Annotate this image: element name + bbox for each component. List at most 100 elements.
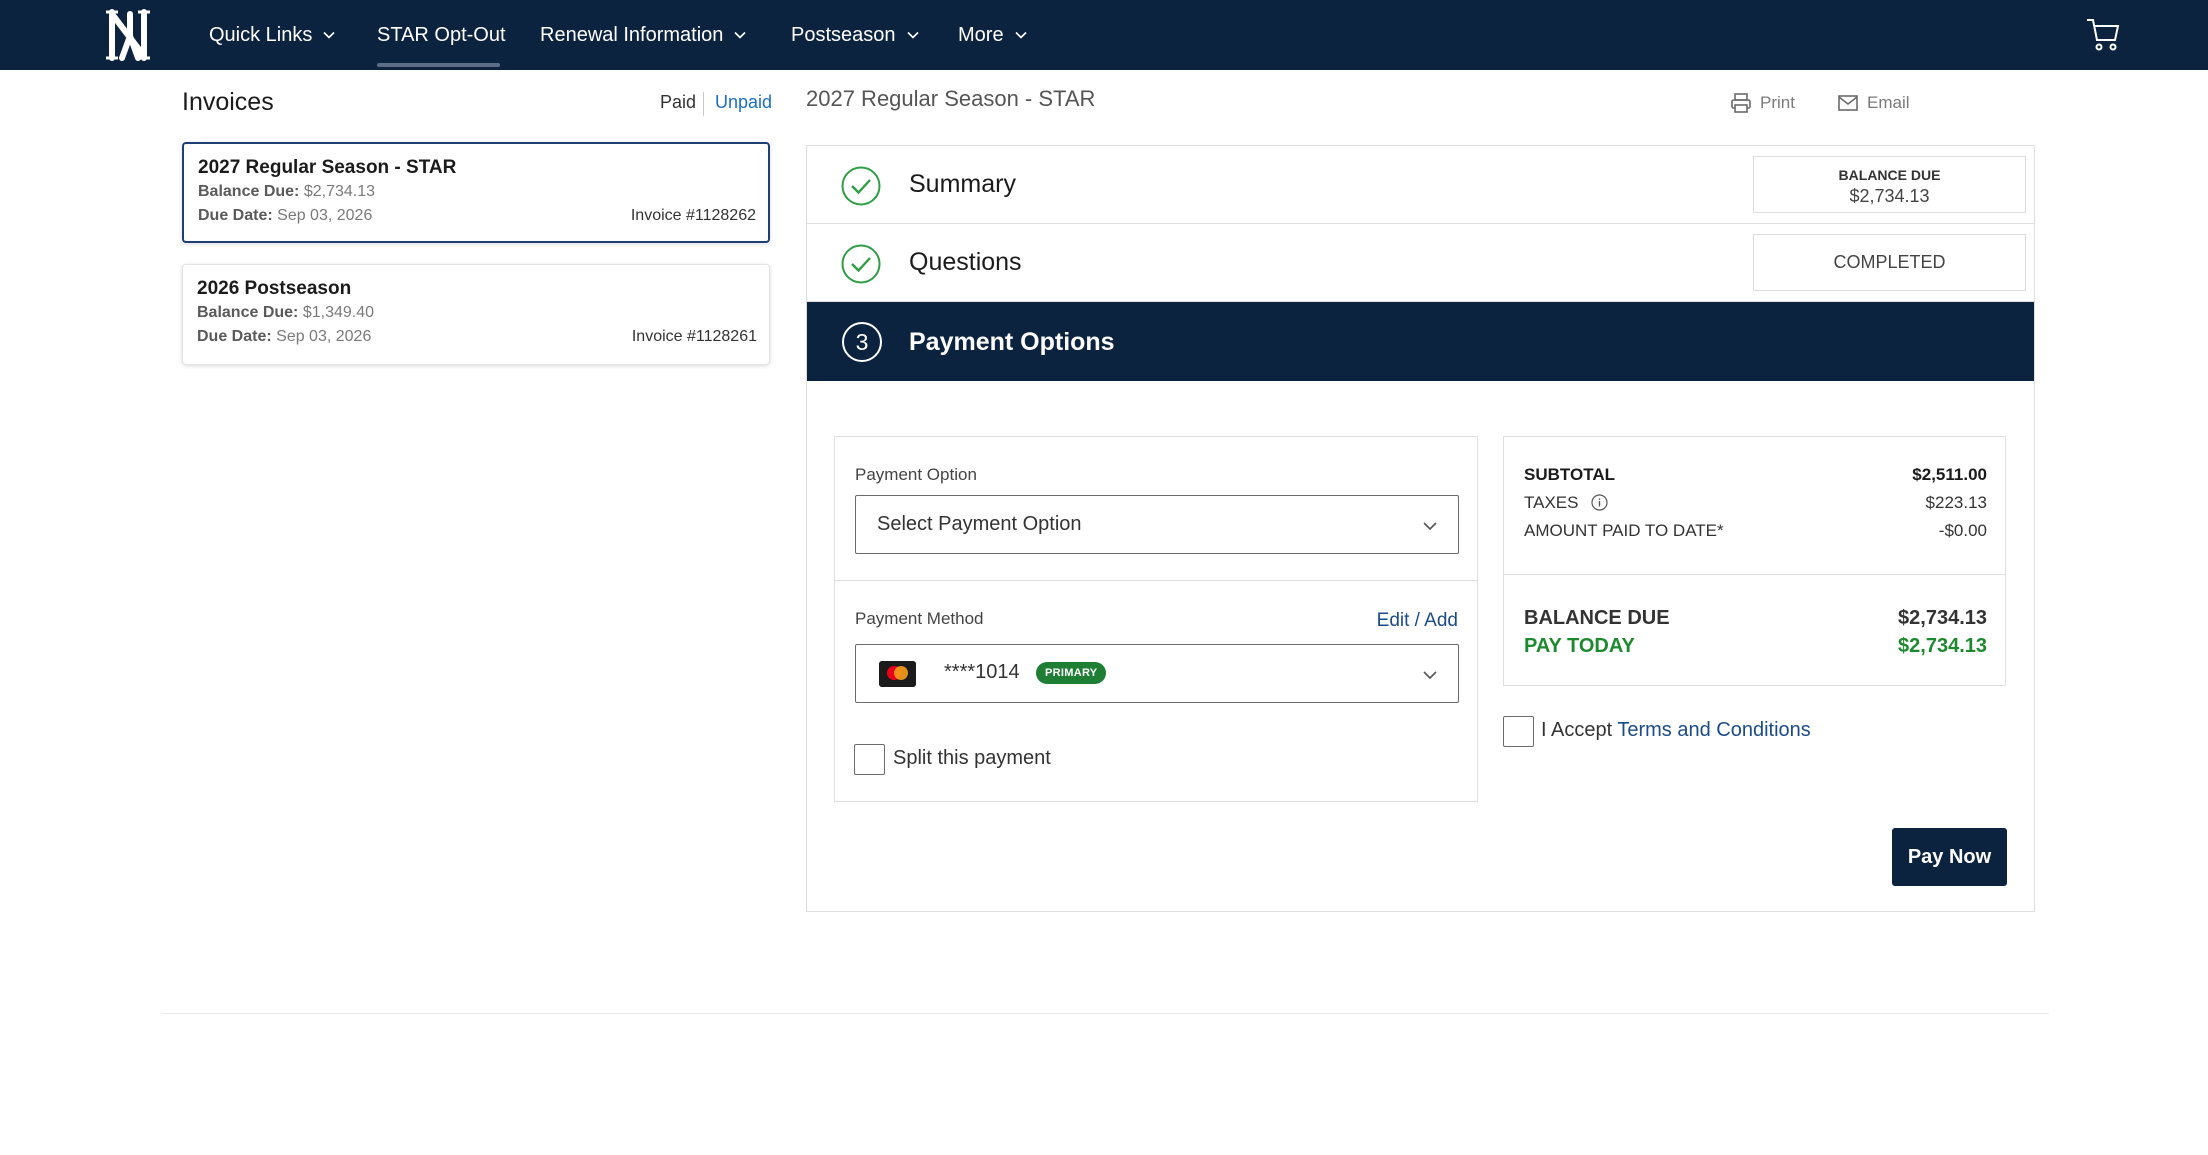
nav-postseason-label: Postseason <box>791 23 896 46</box>
payment-option-value: Select Payment Option <box>877 513 1082 535</box>
invoice-due-date: Due Date: Sep 03, 2026 <box>198 207 372 225</box>
balance-due-value: $2,734.13 <box>303 183 376 200</box>
invoice-balance: Balance Due: $1,349.40 <box>197 304 374 322</box>
taxes-row: TAXES $223.13 <box>1524 493 1987 513</box>
payment-option-select[interactable]: Select Payment Option <box>855 495 1459 554</box>
nav-star-opt-out[interactable]: STAR Opt-Out <box>377 0 506 70</box>
pay-today-value: $2,734.13 <box>1898 635 1987 657</box>
step-summary-title: Summary <box>909 170 1016 198</box>
step-questions-title: Questions <box>909 248 1022 276</box>
split-payment-label: Split this payment <box>893 747 1051 769</box>
step-number: 3 <box>842 322 882 362</box>
nav-quick-links-label: Quick Links <box>209 23 313 46</box>
completed-status-box: COMPLETED <box>1753 234 2026 291</box>
email-label: Email <box>1867 93 1910 112</box>
invoice-card[interactable]: 2026 Postseason Balance Due: $1,349.40 D… <box>182 264 770 365</box>
page-title: 2027 Regular Season - STAR <box>806 86 1096 111</box>
top-nav: Quick Links STAR Opt-Out Renewal Informa… <box>0 0 2208 70</box>
checkout-panel: Summary BALANCE DUE $2,734.13 Questions … <box>806 145 2035 912</box>
invoice-name: 2027 Regular Season - STAR <box>198 157 457 178</box>
filter-paid[interactable]: Paid <box>660 92 696 113</box>
pay-today-label: PAY TODAY <box>1524 635 1635 657</box>
mastercard-icon <box>879 661 916 687</box>
balance-due-row: BALANCE DUE $2,734.13 <box>1524 607 1987 630</box>
nav-quick-links[interactable]: Quick Links <box>209 0 336 70</box>
subtotal-value: $2,511.00 <box>1912 465 1987 484</box>
due-date-value: Sep 03, 2026 <box>277 207 373 224</box>
totals-divider <box>1504 574 2005 575</box>
subtotal-row: SUBTOTAL $2,511.00 <box>1524 465 1987 485</box>
invoice-card-selected[interactable]: 2027 Regular Season - STAR Balance Due: … <box>182 142 770 243</box>
balance-due-box: BALANCE DUE $2,734.13 <box>1753 156 2026 213</box>
balance-due-label: Balance Due: <box>198 183 300 200</box>
step-questions[interactable]: Questions COMPLETED <box>807 224 2034 302</box>
nav-star-opt-out-label: STAR Opt-Out <box>377 23 506 46</box>
check-circle-icon <box>841 166 881 206</box>
step-payment-title: Payment Options <box>909 328 1115 356</box>
primary-badge: PRIMARY <box>1036 662 1107 684</box>
print-button[interactable]: Print <box>1730 92 1795 114</box>
payment-method-section: Payment Method Edit / Add ****1014 PRIMA… <box>835 580 1477 775</box>
payment-method-label: Payment Method <box>855 609 984 628</box>
invoice-balance: Balance Due: $2,734.13 <box>198 183 375 201</box>
balance-due-total-value: $2,734.13 <box>1898 607 1987 629</box>
balance-due-box-value: $2,734.13 <box>1849 186 1930 206</box>
printer-icon <box>1731 93 1751 113</box>
amount-paid-label: AMOUNT PAID TO DATE* <box>1524 521 1724 540</box>
step-payment-options: 3 Payment Options <box>807 302 2034 381</box>
nav-renewal-information-label: Renewal Information <box>540 23 724 46</box>
filter-unpaid[interactable]: Unpaid <box>715 92 772 113</box>
amount-paid-value: -$0.00 <box>1938 521 1987 540</box>
info-icon[interactable] <box>1591 494 1608 511</box>
payment-form: Payment Option Select Payment Option Pay… <box>834 436 1478 802</box>
step-summary[interactable]: Summary BALANCE DUE $2,734.13 <box>807 146 2034 224</box>
accept-terms-checkbox[interactable] <box>1503 716 1534 747</box>
invoice-due-date: Due Date: Sep 03, 2026 <box>197 328 371 346</box>
invoice-name: 2026 Postseason <box>197 278 352 299</box>
check-circle-icon <box>841 244 881 284</box>
invoice-number: Invoice #1128262 <box>630 207 756 224</box>
subtotal-label: SUBTOTAL <box>1524 465 1615 484</box>
chevron-down-icon <box>734 31 747 39</box>
pay-now-button[interactable]: Pay Now <box>1892 828 2007 886</box>
chevron-down-icon <box>906 31 919 39</box>
cart-icon[interactable] <box>2086 16 2120 52</box>
payment-option-label: Payment Option <box>855 465 977 484</box>
pay-today-row: PAY TODAY $2,734.13 <box>1524 635 1987 658</box>
chevron-down-icon <box>1015 31 1027 39</box>
totals-box: SUBTOTAL $2,511.00 TAXES $223.13 AMOUNT … <box>1503 436 2006 686</box>
card-number: ****1014 <box>944 661 1020 683</box>
balance-due-label: Balance Due: <box>197 304 299 321</box>
print-label: Print <box>1760 93 1795 112</box>
nav-more-label: More <box>958 23 1004 46</box>
invoice-number: Invoice #1128261 <box>631 328 757 345</box>
due-date-label: Due Date: <box>197 328 272 345</box>
envelope-icon <box>1838 95 1858 111</box>
chevron-down-icon <box>1423 522 1437 531</box>
nav-postseason[interactable]: Postseason <box>791 0 920 70</box>
amount-paid-row: AMOUNT PAID TO DATE* -$0.00 <box>1524 521 1987 541</box>
edit-add-link[interactable]: Edit / Add <box>1377 610 1458 632</box>
taxes-label: TAXES <box>1524 493 1579 512</box>
balance-due-value: $1,349.40 <box>302 304 375 321</box>
split-payment-checkbox[interactable] <box>854 744 885 775</box>
taxes-value: $223.13 <box>1925 493 1987 512</box>
balance-due-total-label: BALANCE DUE <box>1524 607 1670 629</box>
nav-more[interactable]: More <box>958 0 1028 70</box>
chevron-down-icon <box>1423 671 1437 680</box>
due-date-value: Sep 03, 2026 <box>276 328 372 345</box>
invoices-title: Invoices <box>182 88 274 116</box>
nav-active-indicator <box>377 63 500 67</box>
due-date-label: Due Date: <box>198 207 273 224</box>
nav-renewal-information[interactable]: Renewal Information <box>540 0 747 70</box>
accept-terms-prefix: I Accept <box>1541 719 1613 741</box>
filter-divider <box>703 92 704 116</box>
payment-method-select[interactable]: ****1014 PRIMARY <box>855 644 1459 703</box>
chevron-down-icon <box>323 31 335 39</box>
footer-divider <box>162 1013 2049 1014</box>
ny-logo[interactable] <box>100 6 160 64</box>
terms-conditions-link[interactable]: Terms and Conditions <box>1617 719 1810 741</box>
email-button[interactable]: Email <box>1837 92 1910 114</box>
balance-due-box-label: BALANCE DUE <box>1838 167 1941 183</box>
accept-terms-label: I Accept Terms and Conditions <box>1541 719 1811 742</box>
